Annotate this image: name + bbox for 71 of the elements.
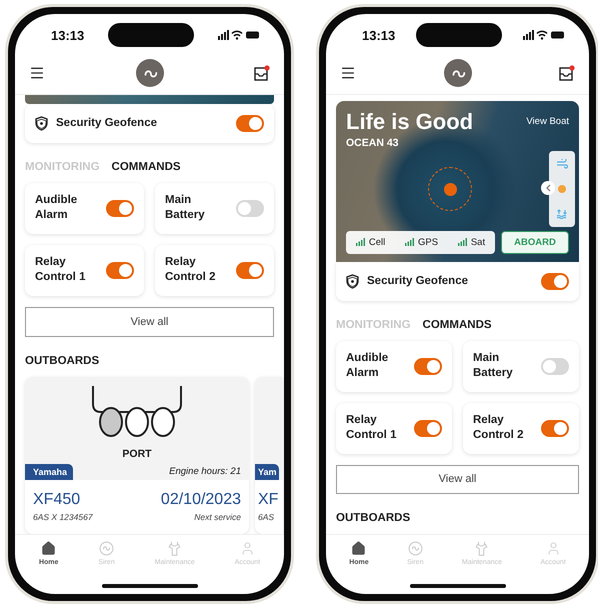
inbox-icon[interactable] <box>559 65 575 81</box>
tab[interactable]: COMMANDS <box>422 318 492 331</box>
command-label: Main Battery <box>473 351 514 382</box>
command-label: Audible Alarm <box>35 193 78 224</box>
account-icon <box>240 541 255 556</box>
status-time: 13:13 <box>362 28 396 42</box>
swirl-circle-icon <box>408 541 423 556</box>
home-icon <box>351 541 366 556</box>
menu-icon[interactable] <box>29 65 45 81</box>
model-name: XF450 <box>33 491 80 509</box>
outboard-card[interactable]: Yam XF 6AS <box>255 377 283 534</box>
signal-label: Sat <box>470 236 486 248</box>
toggle-switch[interactable] <box>106 262 134 279</box>
brand-tag: Yamaha <box>25 464 74 480</box>
outboard-card[interactable]: PORT Yamaha Engine hours: 21 XF450 6AS X 1234567 02/10/2023 Next service <box>25 377 249 534</box>
geofence-label: Security Geofence <box>56 117 158 130</box>
swirl-circle-icon <box>99 541 114 556</box>
toggle-switch[interactable] <box>541 272 569 290</box>
boat-name: Life is Good <box>346 109 474 135</box>
toggle-switch[interactable] <box>414 358 442 375</box>
boat-model: OCEAN 43 <box>346 137 400 149</box>
view-all-button[interactable]: View all <box>25 306 274 337</box>
signal-icon <box>405 238 414 246</box>
serial-number: 6AS <box>258 512 274 522</box>
toggle-switch[interactable] <box>236 200 264 217</box>
command-label: Relay Control 2 <box>473 413 524 444</box>
command-label: Relay Control 2 <box>165 255 216 286</box>
toggle-switch[interactable] <box>541 358 569 375</box>
toggle-switch[interactable] <box>414 420 442 437</box>
account-icon <box>546 541 561 556</box>
sun-dot-icon <box>558 185 566 193</box>
signal-label: GPS <box>418 236 438 248</box>
shield-icon <box>35 116 48 131</box>
view-boat-link[interactable]: View Boat <box>526 116 569 127</box>
boat-marker-icon <box>428 167 472 211</box>
toggle-switch[interactable] <box>106 200 134 217</box>
signal-label: Cell <box>368 236 386 248</box>
service-date: 02/10/2023 <box>160 491 241 509</box>
signal-icon <box>458 238 467 246</box>
menu-icon[interactable] <box>340 65 356 81</box>
app-logo <box>136 59 164 87</box>
toggle-switch[interactable] <box>236 114 264 132</box>
status-icons <box>523 30 565 40</box>
engine-hours: Engine hours: 21 <box>169 466 241 477</box>
engine-position: PORT <box>122 448 152 460</box>
toggle-switch[interactable] <box>236 262 264 279</box>
chevron-left-icon <box>545 184 551 192</box>
geofence-label: Security Geofence <box>367 275 469 288</box>
view-all-button[interactable]: View all <box>336 464 579 494</box>
toggle-switch[interactable] <box>541 420 569 437</box>
brand-tag: Yam <box>255 464 279 480</box>
command-label: Main Battery <box>165 193 206 224</box>
status-time: 13:13 <box>51 28 84 42</box>
serial-number: 6AS X 1234567 <box>33 512 93 522</box>
model-name: XF <box>258 491 278 509</box>
tab[interactable]: COMMANDS <box>112 160 181 173</box>
inbox-icon[interactable] <box>254 65 270 81</box>
home-icon <box>41 541 56 556</box>
signal-icon <box>356 238 365 246</box>
status-icons <box>218 30 260 40</box>
command-label: Relay Control 1 <box>35 255 86 286</box>
command-label: Audible Alarm <box>346 351 390 382</box>
command-label: Relay Control 1 <box>346 413 398 444</box>
wind-icon <box>556 159 568 169</box>
app-logo <box>444 59 472 87</box>
section-title: OUTBOARDS <box>336 512 412 524</box>
collapse-chevron-button[interactable] <box>541 181 555 195</box>
shield-icon <box>346 274 359 289</box>
service-label: Next service <box>194 512 241 522</box>
tide-icon <box>556 209 568 219</box>
section-title: OUTBOARDS <box>25 355 100 367</box>
